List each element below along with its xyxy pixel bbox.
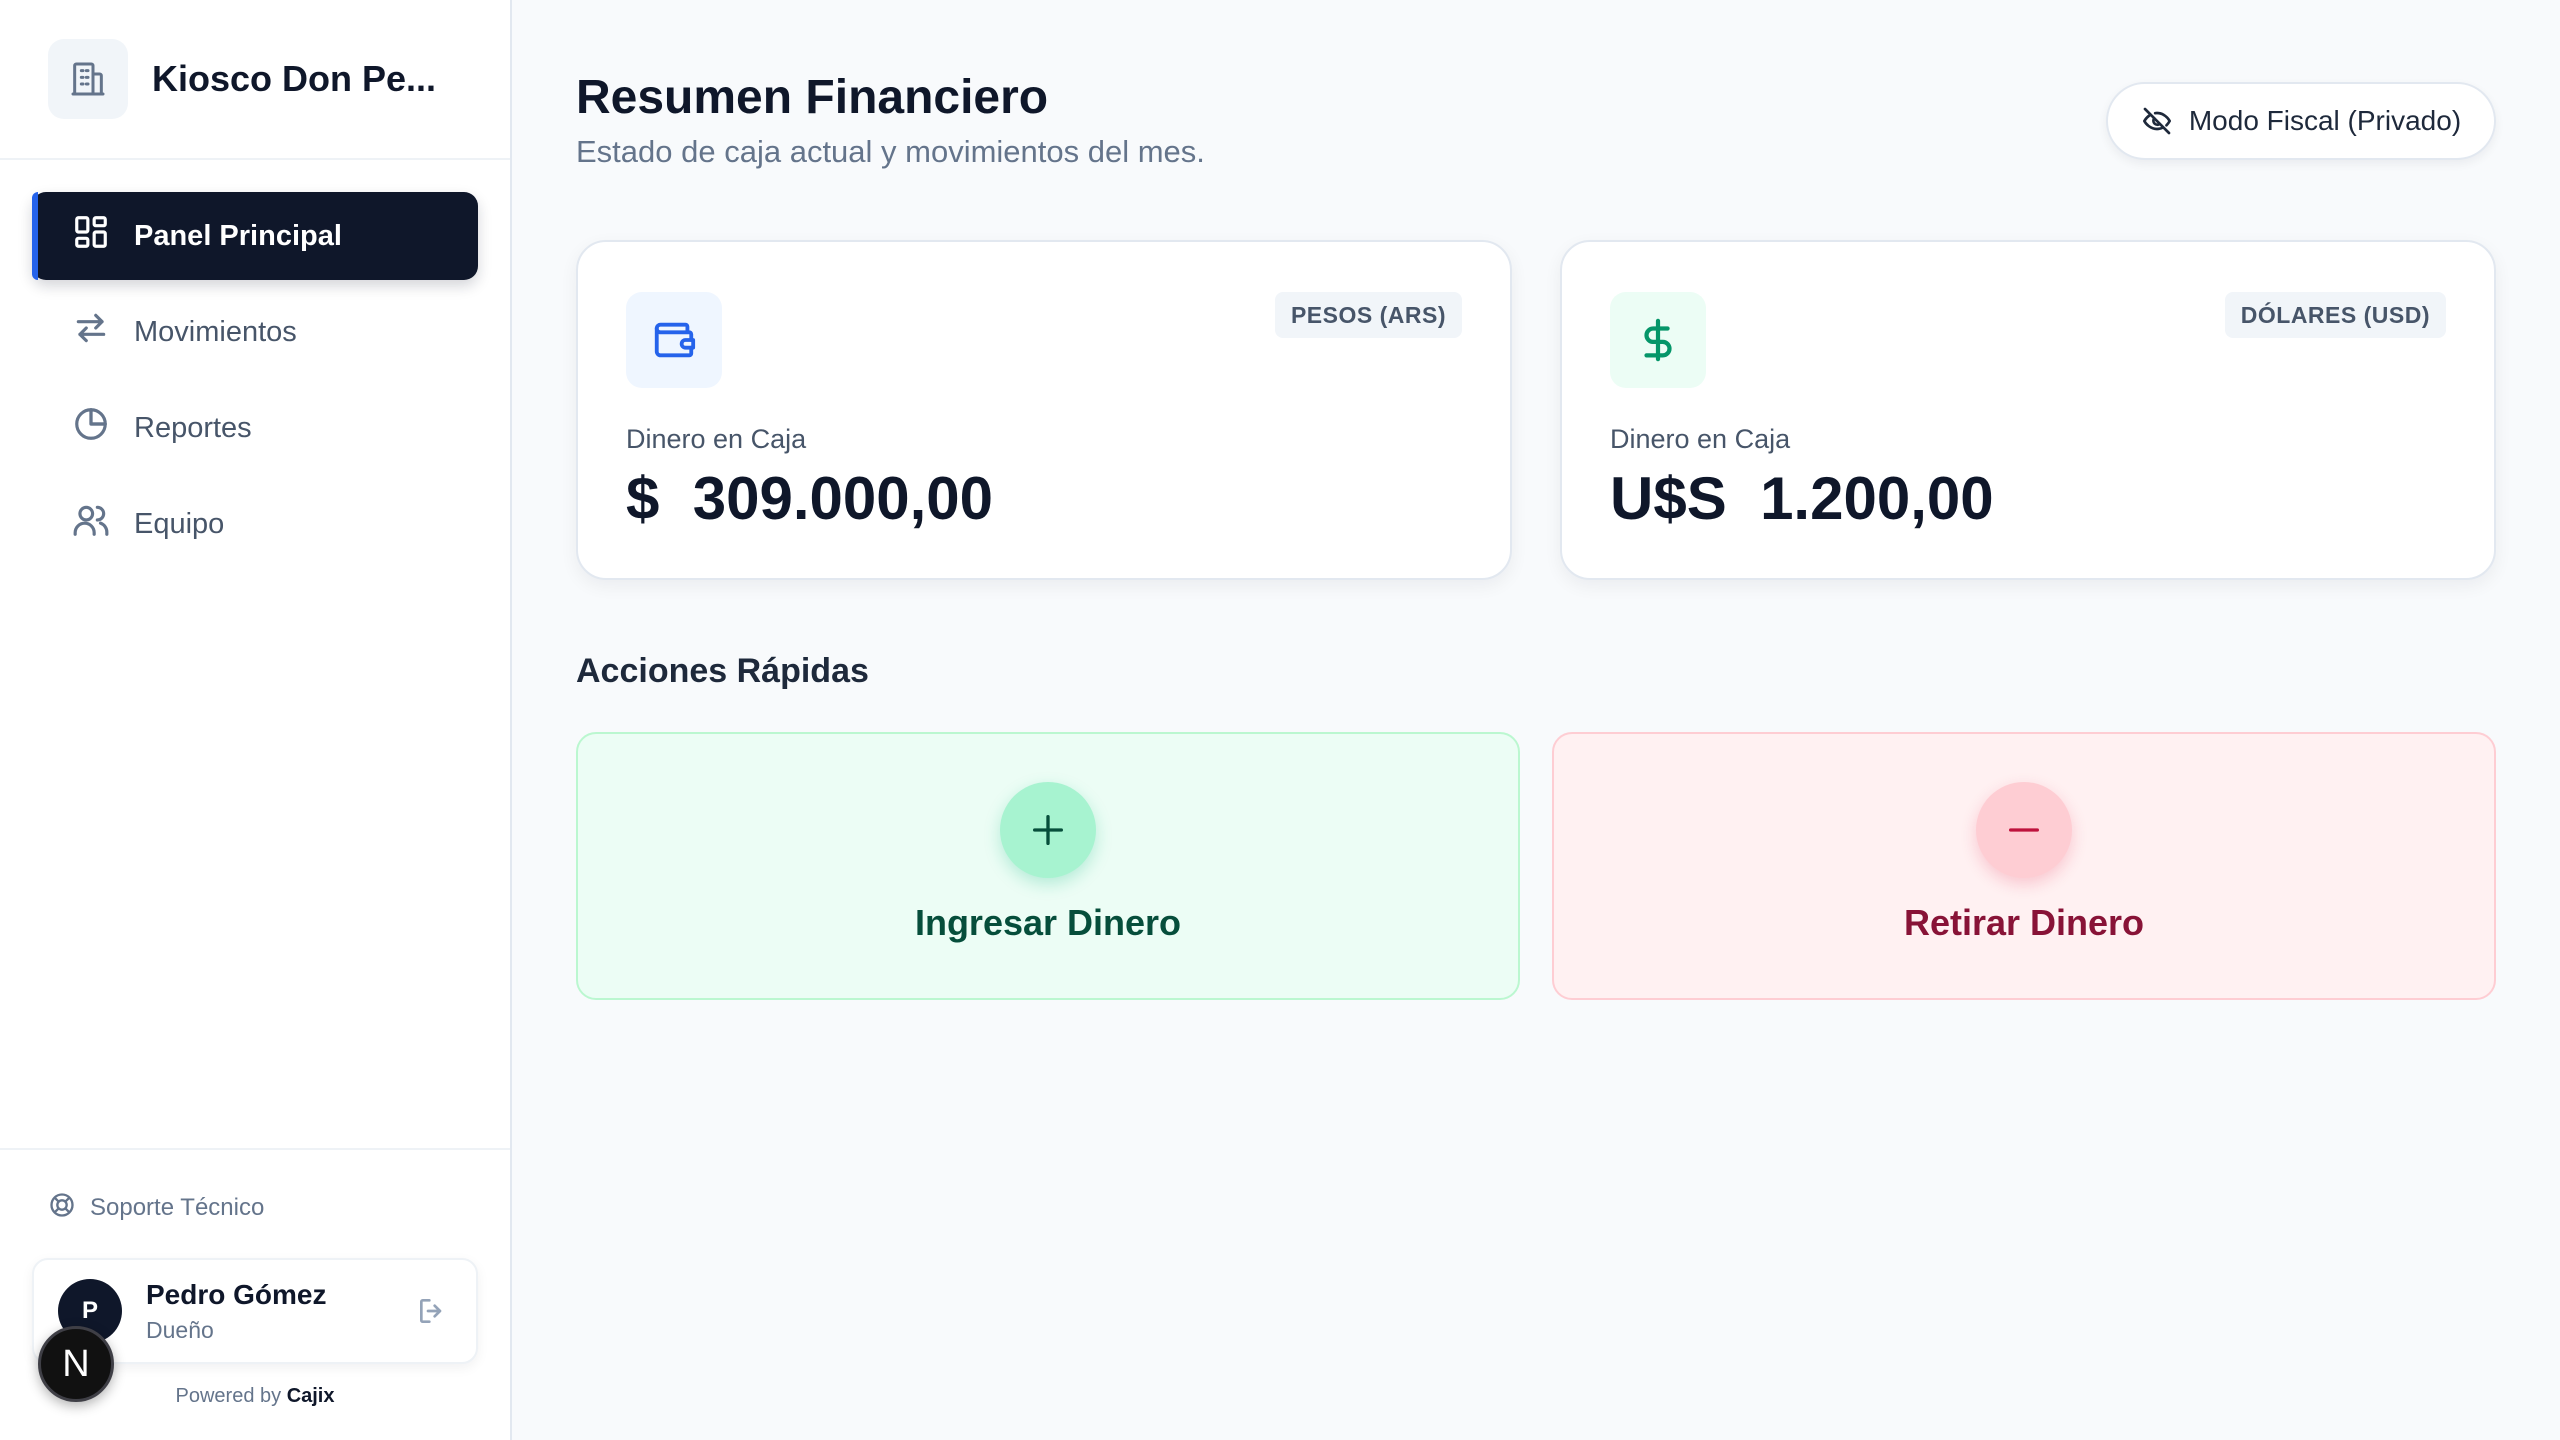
minus-icon — [1976, 782, 2072, 878]
users-icon — [72, 501, 110, 547]
powered-brand: Cajix — [286, 1385, 335, 1407]
brand-name: Kiosco Don Pe... — [152, 58, 437, 99]
sidebar-item-label: Equipo — [134, 507, 225, 540]
quick-actions-title: Acciones Rápidas — [576, 652, 869, 690]
user-role: Dueño — [146, 1316, 214, 1343]
sidebar-item-label: Reportes — [134, 411, 252, 444]
ars-balance-card: PESOS (ARS) Dinero en Caja $ 309.000,00 — [576, 240, 1512, 580]
withdraw-label: Retirar Dinero — [1903, 902, 2145, 943]
withdraw-button[interactable]: Retirar Dinero — [1552, 732, 2496, 1000]
currency-badge: DÓLARES (USD) — [2224, 292, 2446, 338]
fiscal-mode-button[interactable]: Modo Fiscal (Privado) — [2106, 82, 2496, 160]
currency-symbol: $ — [626, 465, 660, 532]
deposit-button[interactable]: Ingresar Dinero — [576, 732, 1520, 1000]
logout-icon — [420, 1299, 442, 1323]
support-label: Soporte Técnico — [90, 1194, 265, 1221]
dev-badge[interactable]: N — [38, 1326, 114, 1402]
balance-label: Dinero en Caja — [626, 424, 807, 454]
currency-badge: PESOS (ARS) — [1274, 292, 1462, 338]
sidebar-item-movimientos[interactable]: Movimientos — [32, 288, 478, 376]
powered-prefix: Powered by — [175, 1385, 282, 1407]
sidebar-item-panel-principal[interactable]: Panel Principal — [32, 192, 478, 280]
user-info: Pedro Gómez Dueño — [146, 1279, 412, 1344]
balance-amount: U$S 1.200,00 — [1610, 464, 1994, 533]
balance-label: Dinero en Caja — [1610, 424, 1791, 454]
sidebar-item-label: Movimientos — [134, 315, 297, 348]
sidebar-item-label: Panel Principal — [134, 219, 342, 252]
dollar-icon — [1610, 292, 1706, 388]
page-subtitle: Estado de caja actual y movimientos del … — [576, 134, 1205, 169]
sidebar-item-reportes[interactable]: Reportes — [32, 384, 478, 472]
page-title: Resumen Financiero — [576, 71, 1049, 124]
fiscal-mode-label: Modo Fiscal (Privado) — [2188, 105, 2462, 136]
eye-off-icon — [2142, 107, 2171, 135]
sidebar: Kiosco Don Pe... Panel Principal Movimie… — [0, 0, 512, 1440]
arrows-exchange-icon — [72, 309, 110, 355]
amount-value: 309.000,00 — [692, 465, 994, 532]
building-icon — [48, 39, 128, 119]
currency-symbol: U$S — [1610, 465, 1727, 532]
deposit-label: Ingresar Dinero — [914, 902, 1182, 943]
pie-chart-icon — [72, 405, 110, 451]
sidebar-item-equipo[interactable]: Equipo — [32, 480, 478, 568]
brand[interactable]: Kiosco Don Pe... — [0, 0, 510, 160]
sidebar-nav: Panel Principal Movimientos Reportes Equ… — [0, 160, 510, 568]
wallet-icon — [626, 292, 722, 388]
support-link[interactable]: Soporte Técnico — [32, 1182, 478, 1234]
usd-balance-card: DÓLARES (USD) Dinero en Caja U$S 1.200,0… — [1560, 240, 2496, 580]
user-name: Pedro Gómez — [146, 1278, 327, 1310]
logout-button[interactable] — [412, 1291, 452, 1331]
amount-value: 1.200,00 — [1760, 465, 1994, 532]
lifebuoy-icon — [48, 1191, 76, 1226]
dashboard-grid-icon — [72, 213, 110, 259]
balance-amount: $ 309.000,00 — [626, 464, 993, 533]
plus-icon — [1000, 782, 1096, 878]
